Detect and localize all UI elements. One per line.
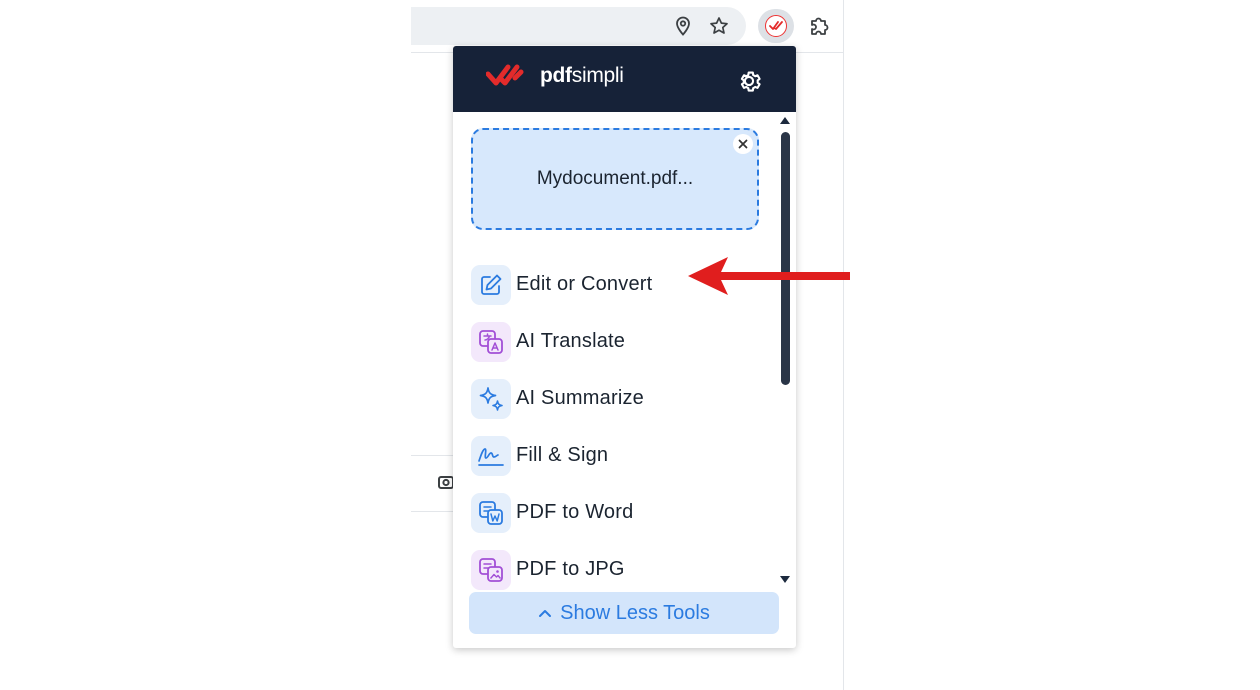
- star-icon[interactable]: [708, 15, 730, 37]
- translate-icon: [471, 321, 511, 362]
- tool-label: Edit or Convert: [516, 273, 653, 295]
- pdfsimpli-popup: pdfsimpli Mydocument.pdf... Edit or Conv…: [453, 46, 796, 648]
- extensions-menu-button[interactable]: [802, 9, 836, 43]
- tool-label: PDF to Word: [516, 501, 634, 523]
- logo-text-regular: simpli: [571, 64, 624, 87]
- edit-pencil-icon: [471, 264, 511, 305]
- scroll-down-arrow-icon[interactable]: [780, 576, 790, 583]
- double-check-logo-icon: [486, 64, 524, 86]
- sparkle-icon: [471, 378, 511, 419]
- tool-ai-translate[interactable]: AI Translate: [471, 313, 761, 370]
- tool-label: PDF to JPG: [516, 558, 625, 580]
- close-icon: [738, 139, 748, 149]
- tool-label: AI Summarize: [516, 387, 644, 409]
- pdfsimpli-extension-icon: [765, 15, 787, 37]
- chevron-up-icon: [539, 610, 552, 617]
- address-bar[interactable]: [411, 7, 746, 45]
- tool-list: Edit or Convert AI Translate AI Summariz…: [471, 256, 761, 598]
- tool-label: Fill & Sign: [516, 444, 609, 466]
- tool-label: AI Translate: [516, 330, 626, 352]
- page-edge-line: [843, 0, 844, 690]
- tool-pdf-to-word[interactable]: PDF to Word: [471, 484, 761, 541]
- tool-fill-and-sign[interactable]: Fill & Sign: [471, 427, 761, 484]
- popup-header: pdfsimpli: [453, 46, 796, 112]
- scroll-up-arrow-icon[interactable]: [780, 117, 790, 124]
- settings-button[interactable]: [734, 66, 764, 96]
- uploaded-file-card[interactable]: Mydocument.pdf...: [471, 128, 759, 230]
- tool-ai-summarize[interactable]: AI Summarize: [471, 370, 761, 427]
- logo-text-bold: pdf: [540, 64, 572, 87]
- file-name: Mydocument.pdf...: [536, 168, 694, 189]
- red-arrow-icon: [688, 257, 850, 295]
- signature-icon: [471, 435, 511, 476]
- image-doc-icon: [471, 549, 511, 590]
- show-less-tools-button[interactable]: Show Less Tools: [469, 592, 779, 634]
- gear-icon: [740, 71, 761, 92]
- pdfsimpli-logo: pdfsimpli: [486, 63, 624, 89]
- show-less-label: Show Less Tools: [560, 601, 710, 624]
- remove-file-button[interactable]: [733, 134, 753, 154]
- word-doc-icon: [471, 492, 511, 533]
- location-pin-icon[interactable]: [672, 15, 694, 37]
- tool-pdf-to-jpg[interactable]: PDF to JPG: [471, 541, 761, 598]
- puzzle-icon: [811, 17, 829, 35]
- pdfsimpli-extension-button[interactable]: [758, 9, 794, 43]
